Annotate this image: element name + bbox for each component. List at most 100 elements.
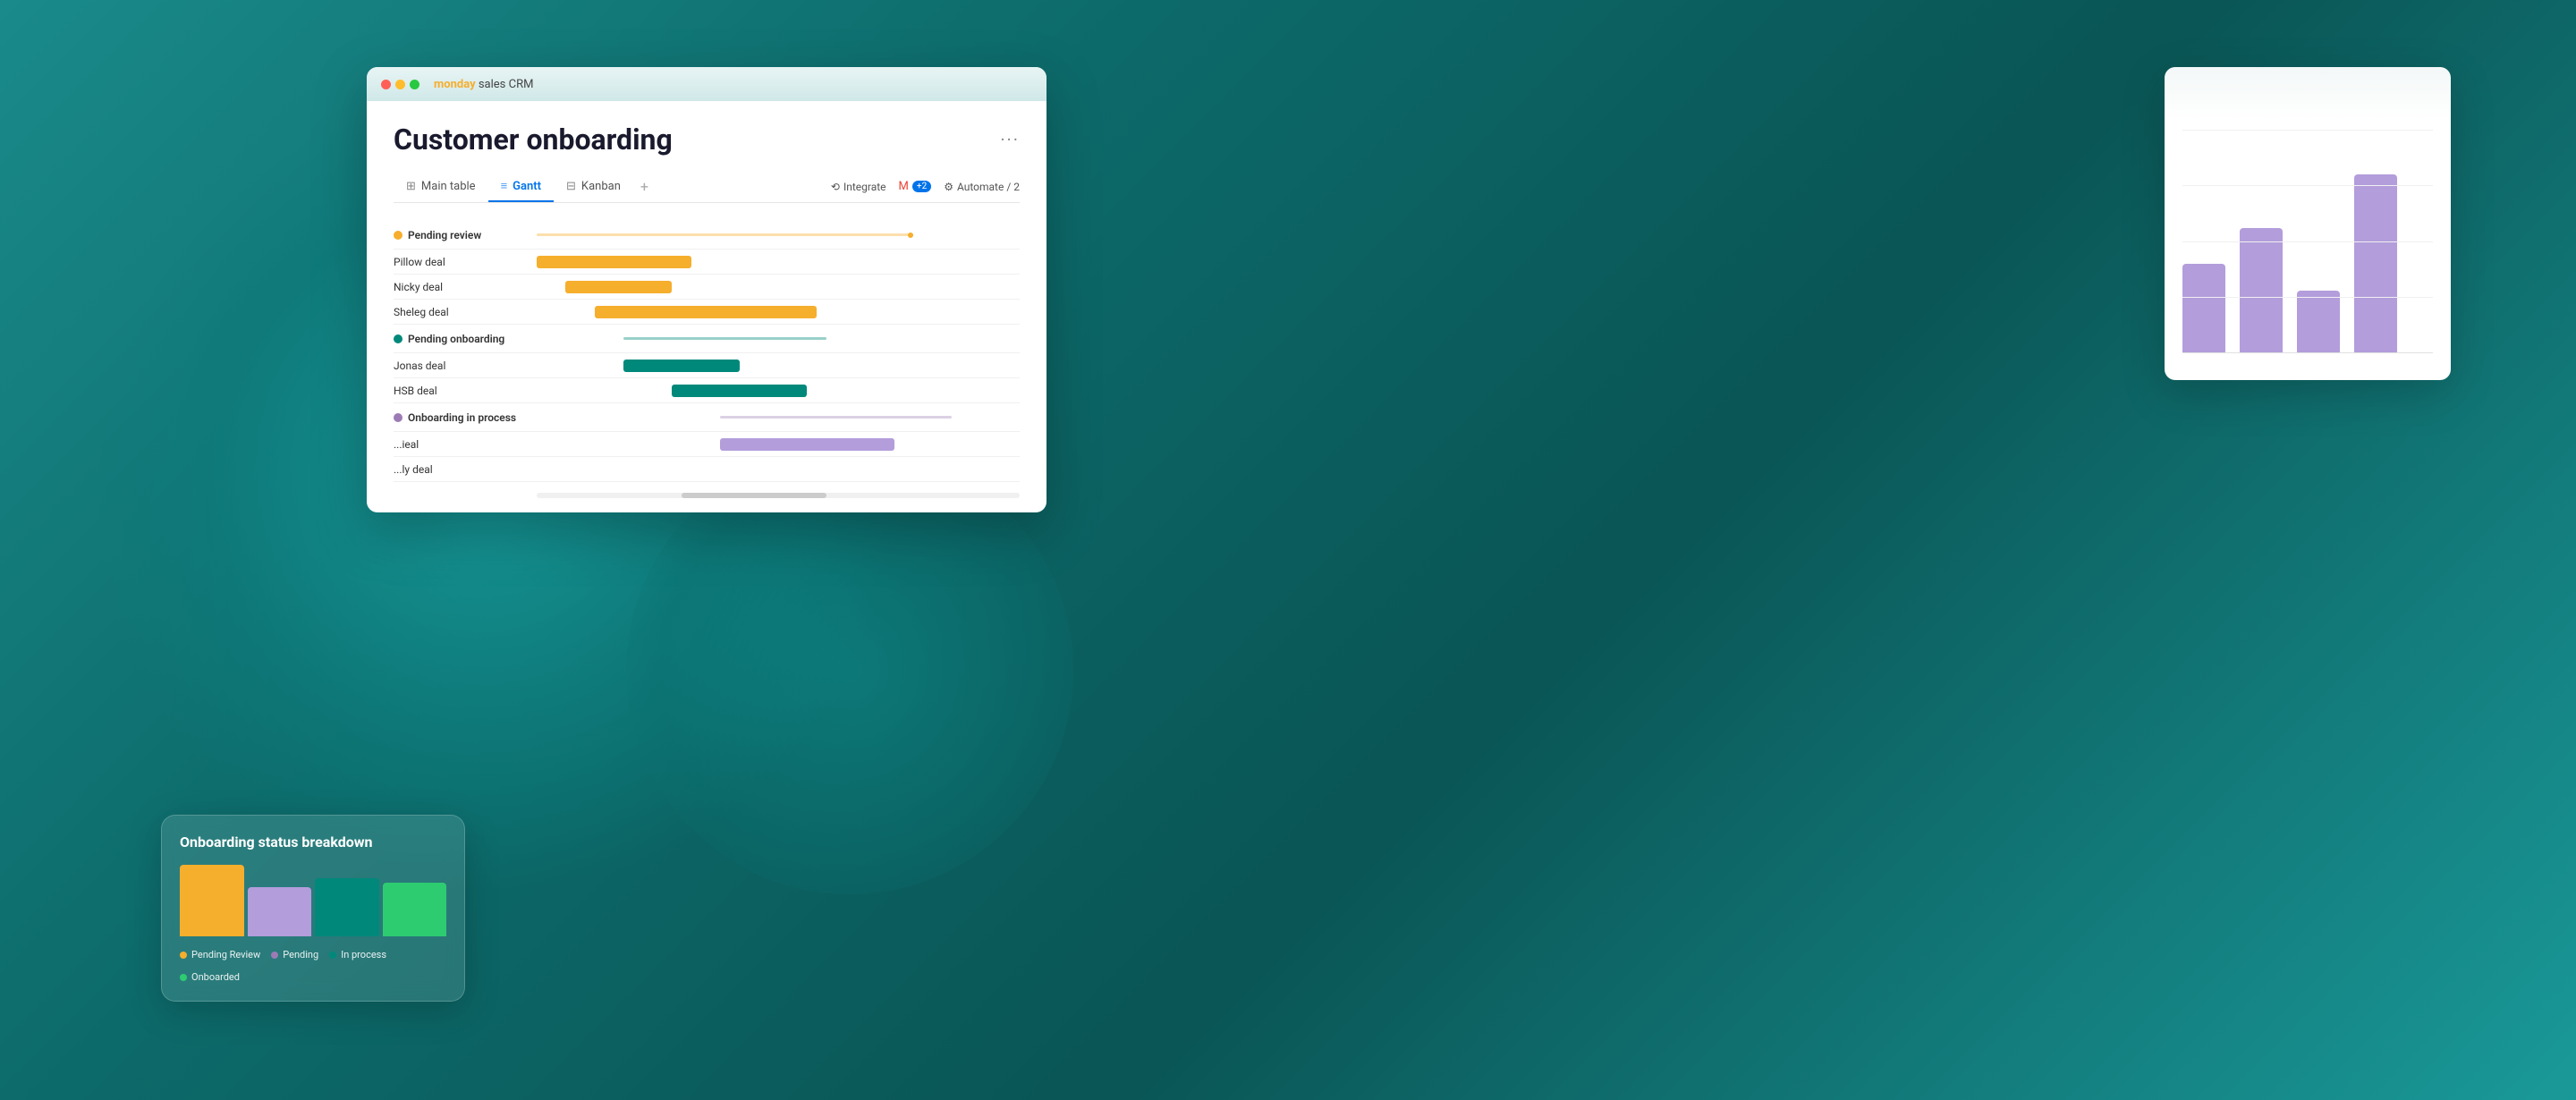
legend-pending: Pending <box>271 949 318 960</box>
gantt-timeline-pillow <box>537 250 1020 274</box>
automate-icon: ⚙ <box>944 181 953 193</box>
bar-chart <box>2182 130 2433 353</box>
legend-dot-purple <box>271 952 278 959</box>
integrate-icon: ⟲ <box>831 181 840 193</box>
legend-label-onboarded: Onboarded <box>191 971 240 983</box>
group-label-pending-onboarding: Pending onboarding <box>394 333 537 345</box>
gmail-icon: M <box>899 180 909 193</box>
chart-col-4 <box>2354 174 2397 353</box>
automate-button[interactable]: ⚙ Automate / 2 <box>944 181 1020 193</box>
gantt-row-jonas-deal[interactable]: Jonas deal <box>394 353 1020 378</box>
gantt-row-ieal[interactable]: ...ieal <box>394 432 1020 457</box>
board-title: Customer onboarding <box>394 123 673 157</box>
minimize-dot[interactable] <box>395 80 405 89</box>
close-dot[interactable] <box>381 80 391 89</box>
integrate-button[interactable]: ⟲ Integrate <box>831 181 886 193</box>
gantt-timeline-ieal <box>537 432 1020 456</box>
gantt-label-sheleg: Sheleg deal <box>394 306 537 318</box>
gantt-timeline-sheleg <box>537 300 1020 324</box>
gantt-label-nicky: Nicky deal <box>394 281 537 293</box>
group-name-pending-onboarding: Pending onboarding <box>408 333 504 345</box>
breakdown-bar-teal <box>315 878 379 936</box>
gantt-scrollbar-thumb[interactable] <box>682 493 826 498</box>
chart-bar-1 <box>2182 264 2225 353</box>
group-label-onboarding-process: Onboarding in process <box>394 411 537 424</box>
gantt-row-ly-deal[interactable]: ...ly deal <box>394 457 1020 482</box>
group-name-onboarding-process: Onboarding in process <box>408 411 516 424</box>
group-label-pending-review: Pending review <box>394 229 537 241</box>
gantt-group-onboarding-process[interactable]: Onboarding in process <box>394 403 1020 432</box>
gantt-timeline-ly <box>537 457 1020 481</box>
gantt-label-pillow: Pillow deal <box>394 256 537 268</box>
breakdown-bar-green <box>383 883 447 936</box>
right-panel <box>2165 67 2451 380</box>
main-table-icon: ⊞ <box>406 180 416 193</box>
gantt-label-hsb: HSB deal <box>394 385 537 397</box>
legend-label-pending: Pending <box>283 949 318 960</box>
maximize-dot[interactable] <box>410 80 419 89</box>
gantt-label-jonas: Jonas deal <box>394 360 537 372</box>
tab-toolbar: ⟲ Integrate M +2 ⚙ Automate / 2 <box>831 180 1020 193</box>
gantt-row-nicky-deal[interactable]: Nicky deal <box>394 275 1020 300</box>
grid-line-5 <box>2182 352 2433 353</box>
breakdown-legend: Pending Review Pending In process Onboar… <box>180 949 446 983</box>
breakdown-bar-purple <box>248 887 312 936</box>
gantt-timeline-pending-review <box>537 221 1020 249</box>
gantt-group-pending-onboarding[interactable]: Pending onboarding <box>394 325 1020 353</box>
gantt-group-pending-review[interactable]: Pending review <box>394 221 1020 250</box>
integrate-label: Integrate <box>843 181 886 193</box>
gantt-timeline-nicky <box>537 275 1020 299</box>
item-name-sheleg: Sheleg deal <box>394 306 449 318</box>
breakdown-title: Onboarding status breakdown <box>180 833 446 850</box>
bar-sheleg <box>595 306 817 318</box>
group-line-pending-review <box>537 233 913 236</box>
group-name-pending-review: Pending review <box>408 229 481 241</box>
group-color-dot-teal <box>394 334 402 343</box>
tab-main-table[interactable]: ⊞ Main table <box>394 173 488 202</box>
monday-brand: monday <box>434 78 476 91</box>
breakdown-card: Onboarding status breakdown Pending Revi… <box>161 815 465 1002</box>
email-badge: +2 <box>912 181 931 192</box>
chart-col-3 <box>2297 291 2340 353</box>
gantt-row-pillow-deal[interactable]: Pillow deal <box>394 250 1020 275</box>
kanban-icon: ⊟ <box>566 180 576 193</box>
gantt-timeline-hsb <box>537 378 1020 402</box>
crm-titlebar: monday sales CRM <box>367 67 1046 101</box>
app-suffix: sales CRM <box>476 78 534 91</box>
legend-label-in-process: In process <box>341 949 386 960</box>
bar-pillow <box>537 256 691 268</box>
gantt-timeline-jonas <box>537 353 1020 377</box>
window-controls <box>381 80 419 89</box>
chart-col-2 <box>2240 228 2283 353</box>
legend-pending-review: Pending Review <box>180 949 260 960</box>
gantt-label-ieal: ...ieal <box>394 438 537 451</box>
chart-area <box>2182 85 2433 362</box>
gantt-scrollbar[interactable] <box>537 493 1020 498</box>
tab-gantt[interactable]: ≡ Gantt <box>488 172 554 202</box>
add-tab-button[interactable]: + <box>633 171 656 202</box>
item-name-ieal: ...ieal <box>394 438 419 451</box>
item-name-nicky: Nicky deal <box>394 281 443 293</box>
legend-onboarded: Onboarded <box>180 971 240 983</box>
app-title: monday sales CRM <box>434 78 533 91</box>
chart-col-1 <box>2182 264 2225 353</box>
gantt-row-sheleg-deal[interactable]: Sheleg deal <box>394 300 1020 325</box>
board-title-row: Customer onboarding ··· <box>394 123 1020 157</box>
bar-ieal <box>720 438 894 451</box>
email-icons[interactable]: M +2 <box>899 180 932 193</box>
breakdown-bar-yellow <box>180 865 244 936</box>
legend-label-pending-review: Pending Review <box>191 949 260 960</box>
tab-kanban[interactable]: ⊟ Kanban <box>554 173 633 202</box>
tab-kanban-label: Kanban <box>581 180 621 193</box>
gantt-row-hsb-deal[interactable]: HSB deal <box>394 378 1020 403</box>
item-name-ly: ...ly deal <box>394 463 433 476</box>
group-color-dot-yellow <box>394 231 402 240</box>
tab-gantt-label: Gantt <box>513 180 541 193</box>
milestone-dot <box>908 233 913 238</box>
chart-bar-4 <box>2354 174 2397 353</box>
more-options-button[interactable]: ··· <box>1000 129 1020 150</box>
item-name-hsb: HSB deal <box>394 385 437 397</box>
chart-bar-2 <box>2240 228 2283 353</box>
breakdown-bars <box>180 865 446 936</box>
legend-dot-green <box>180 974 187 981</box>
